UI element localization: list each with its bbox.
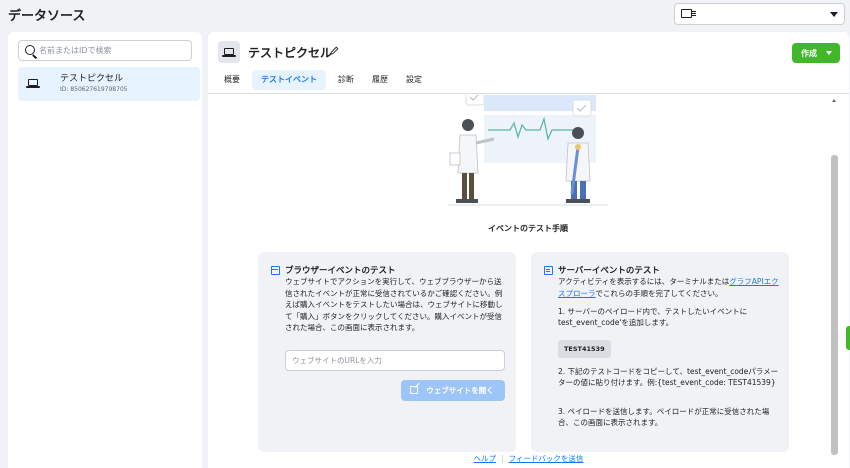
test-event-code[interactable]: TEST41539 xyxy=(558,340,611,358)
side-feedback-tab[interactable] xyxy=(846,326,850,350)
test-events-illustration xyxy=(448,95,608,206)
laptop-icon xyxy=(222,48,236,57)
top-bar: データソース xyxy=(0,0,850,30)
open-website-label: ウェブサイトを開く xyxy=(426,386,494,395)
source-id: ID: 850627619798705 xyxy=(60,86,128,93)
chevron-down-icon xyxy=(826,51,832,55)
tab-overview[interactable]: 概要 xyxy=(218,70,246,90)
open-website-button[interactable]: ウェブサイトを開く xyxy=(401,380,505,401)
external-link-icon xyxy=(410,386,418,394)
source-name: テストピクセル xyxy=(60,74,124,84)
help-link[interactable]: ヘルプ xyxy=(474,454,497,463)
data-source-sidebar: テストピクセル ID: 850627619798705 xyxy=(8,32,202,468)
server-intro-text: アクティビティを表示するには、ターミナルまたは xyxy=(558,277,730,286)
browser-icon xyxy=(271,266,280,275)
account-selector[interactable] xyxy=(674,3,845,25)
server-card-intro: アクティビティを表示するには、ターミナルまたはグラフAPIエクスプローラでこれら… xyxy=(558,276,780,299)
laptop-icon xyxy=(26,79,40,88)
pixel-detail-panel: テストピクセル 作成 概要 テストイベント 診断 履歴 設定 イベントのテスト手… xyxy=(208,32,849,468)
business-account-icon xyxy=(681,9,696,18)
chevron-down-icon xyxy=(830,12,838,17)
server-icon xyxy=(544,266,553,275)
browser-card-title: ブラウザーイベントのテスト xyxy=(285,266,396,276)
search-icon xyxy=(25,45,35,55)
send-feedback-link[interactable]: フィードバックを送信 xyxy=(509,454,584,463)
scrollbar-thumb[interactable] xyxy=(831,155,838,455)
pencil-icon[interactable] xyxy=(330,46,339,55)
search-box[interactable] xyxy=(18,40,192,61)
test-events-content: イベントのテスト手順 ブラウザーイベントのテスト ウェブサイトでアクションを実行… xyxy=(208,95,849,468)
server-intro-text-end: でこれらの手順を完了してください。 xyxy=(595,288,723,298)
browser-card-body: ウェブサイトでアクションを実行して、ウェブブラウザーから送信されたイベントが正常… xyxy=(285,277,503,332)
pixel-title: テストピクセル xyxy=(248,46,333,60)
tab-settings[interactable]: 設定 xyxy=(400,70,428,90)
create-button[interactable]: 作成 xyxy=(792,43,840,63)
footer-links: ヘルプ | フィードバックを送信 xyxy=(208,453,849,464)
server-step-1: 1. サーバーのペイロード内で、テストしたいイベントにtest_event_co… xyxy=(558,307,748,327)
steps-heading: イベントのテスト手順 xyxy=(488,224,568,233)
panel-header: テストピクセル 作成 概要 テストイベント 診断 履歴 設定 xyxy=(208,32,849,94)
server-card-title: サーバーイベントのテスト xyxy=(558,266,660,276)
website-url-input[interactable] xyxy=(285,350,505,371)
search-input[interactable] xyxy=(39,43,187,58)
footer-separator: | xyxy=(501,454,504,463)
tab-history[interactable]: 履歴 xyxy=(366,70,394,90)
tab-diagnostics[interactable]: 診断 xyxy=(332,70,360,90)
content-scrollbar[interactable] xyxy=(830,95,839,457)
browser-event-card: ブラウザーイベントのテスト ウェブサイトでアクションを実行して、ウェブブラウザー… xyxy=(258,252,516,452)
sidebar-item-test-pixel[interactable]: テストピクセル ID: 850627619798705 xyxy=(18,67,200,101)
server-event-card: サーバーイベントのテスト アクティビティを表示するには、ターミナルまたはグラフA… xyxy=(531,252,789,452)
tab-test-events[interactable]: テストイベント xyxy=(252,70,326,90)
page-title: データソース xyxy=(8,9,86,24)
create-button-label: 作成 xyxy=(801,48,817,58)
pixel-avatar xyxy=(218,41,240,63)
server-step-2: 2. 下記のテストコードをコピーして、test_event_codeパラメーター… xyxy=(558,367,779,387)
scroll-up-arrow-icon[interactable] xyxy=(832,99,836,102)
server-step-3: 3. ペイロードを送信します。ペイロードが正常に受信された場合、この画面に表示さ… xyxy=(558,407,770,427)
